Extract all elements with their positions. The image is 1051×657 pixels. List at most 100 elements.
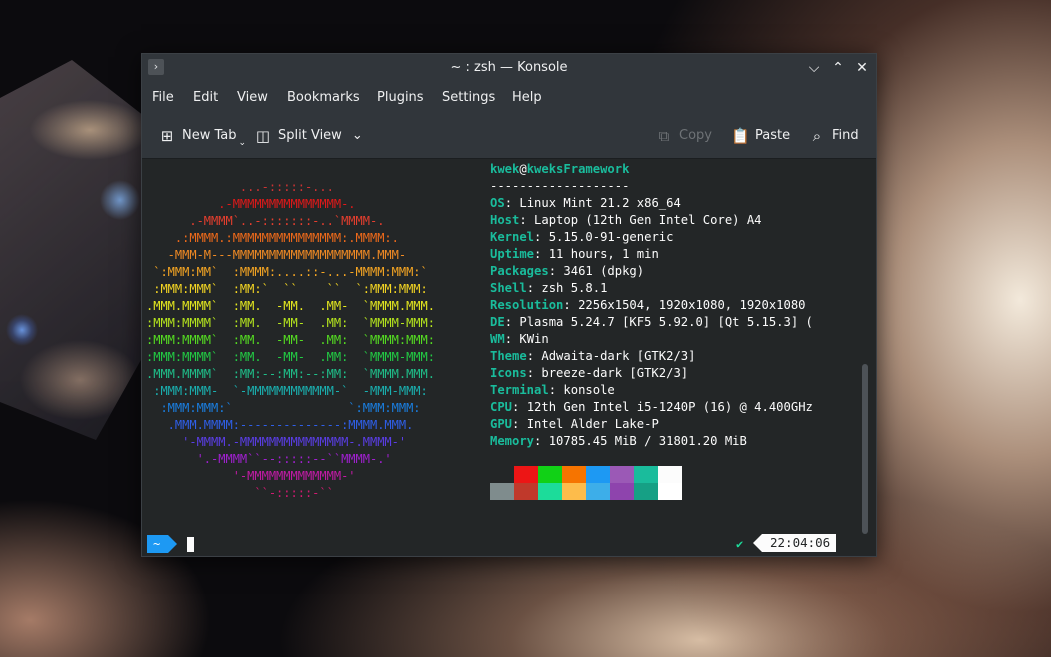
window-title: ~ : zsh — Konsole [450,60,568,75]
info-row: Shell: zsh 5.8.1 [490,281,608,295]
info-row: DE: Plasma 5.24.7 [KF5 5.92.0] [Qt 5.15.… [490,315,813,329]
info-key: Icons [490,366,527,380]
username: kwek [490,162,520,176]
info-value: 10785.45 MiB / 31801.20 MiB [548,434,747,448]
color-palette [490,466,682,500]
info-key: Uptime [490,247,535,261]
color-swatch [658,466,682,483]
info-value: zsh 5.8.1 [541,281,608,295]
info-value: 5.15.0-91-generic [548,230,674,244]
logo-line: .-MMMMMMMMMMMMMMM-. [146,197,356,211]
split-view-icon: ◫ [255,127,271,145]
info-key: Resolution [490,298,564,312]
color-swatch [610,483,634,500]
logo-line: '.-MMMM``--:::::--``MMMM-.' [146,452,392,466]
info-value: 3461 (dpkg) [563,264,645,278]
info-key: Terminal [490,383,549,397]
copy-button[interactable]: ⧉ Copy [655,126,712,146]
title-bar[interactable]: › ~ : zsh — Konsole ⌵ ⌃ ✕ [142,54,876,82]
text-cursor [187,537,194,552]
logo-line: '-MMMMMMMMMMMMM-' [146,469,356,483]
logo-line: -MMM-M---MMMMMMMMMMMMMMMMMMM.MMM- [146,248,407,262]
logo-line: :MMM:MMMM` :MM. -MM- .MM: `MMMM:MMM: [146,333,435,347]
search-icon: ⌕ [812,127,822,145]
maximize-icon[interactable]: ⌃ [828,58,848,78]
split-view-button[interactable]: ◫ Split View ⌄ [254,126,363,146]
menu-bar: File Edit View Bookmarks Plugins Setting… [142,82,876,114]
background-spacecraft [0,60,160,440]
scrollbar[interactable] [862,364,868,534]
info-row: OS: Linux Mint 21.2 x86_64 [490,196,681,210]
color-swatch [514,466,538,483]
copy-label: Copy [679,128,712,143]
menu-bookmarks[interactable]: Bookmarks [287,90,360,105]
logo-line: .MMM.MMMM` :MM:--:MM:--:MM: `MMMM.MMM. [146,367,435,381]
info-key: DE [490,315,505,329]
color-swatch [610,466,634,483]
info-value: Plasma 5.24.7 [KF5 5.92.0] [Qt 5.15.3] ( [519,315,813,329]
status-check-icon: ✔ [736,537,744,551]
logo-line: .-MMMM`..-:::::::-..`MMMM-. [146,214,385,228]
info-row: CPU: 12th Gen Intel i5-1240P (16) @ 4.40… [490,400,813,414]
logo-line: :MMM:MMMM` :MM. -MM- .MM: `MMMM-MMM: [146,350,435,364]
menu-help[interactable]: Help [512,90,542,105]
find-label: Find [832,128,859,143]
menu-settings[interactable]: Settings [442,90,495,105]
color-swatch [514,483,538,500]
new-tab-label: New Tab [182,128,237,143]
hostname: kweksFramework [526,162,630,176]
info-value: 11 hours, 1 min [548,247,659,261]
new-tab-button[interactable]: ⊞ New Tab ⌄ [158,126,247,148]
find-button[interactable]: ⌕ Find [808,126,859,146]
paste-button[interactable]: 📋 Paste [731,126,790,146]
info-row: Terminal: konsole [490,383,615,397]
color-swatch [634,466,658,483]
konsole-window[interactable]: › ~ : zsh — Konsole ⌵ ⌃ ✕ File Edit View… [141,53,877,557]
color-swatch [538,466,562,483]
logo-line: .MMM.MMMM:--------------:MMMM.MMM. [146,418,414,432]
info-value: konsole [563,383,615,397]
info-value: KWin [519,332,549,346]
new-tab-icon: ⊞ [160,127,174,145]
info-value: Intel Alder Lake-P [526,417,659,431]
info-value: Linux Mint 21.2 x86_64 [519,196,681,210]
info-value: Adwaita-dark [GTK2/3] [541,349,696,363]
menu-file[interactable]: File [152,90,174,105]
info-key: OS [490,196,505,210]
logo-line: :MMM:MMM:` `:MMM:MMM: [146,401,421,415]
menu-plugins[interactable]: Plugins [377,90,424,105]
dropdown-arrow-icon[interactable]: ⌄ [239,138,247,148]
minimize-icon[interactable]: ⌵ [804,58,824,78]
menu-view[interactable]: View [237,90,268,105]
info-row: WM: KWin [490,332,549,346]
paste-label: Paste [755,128,791,143]
copy-icon: ⧉ [658,127,670,145]
menu-edit[interactable]: Edit [193,90,218,105]
color-swatch [586,483,610,500]
logo-line: :MMM:MMMM` :MM. -MM- .MM: `MMMM-MMM: [146,316,435,330]
info-value: breeze-dark [GTK2/3] [541,366,689,380]
logo-line: .MMM.MMMM` :MM. -MM. .MM- `MMMM.MMM. [146,299,435,313]
info-value: 2256x1504, 1920x1080, 1920x1080 [578,298,806,312]
info-row: GPU: Intel Alder Lake-P [490,417,659,431]
color-swatch [634,483,658,500]
terminal-area[interactable]: ...-:::::-... .-MMMMMMMMMMMMMMM-. .-MMMM… [142,159,876,555]
split-view-label: Split View [278,128,342,143]
color-swatch [538,483,562,500]
info-key: Shell [490,281,527,295]
color-swatch [586,466,610,483]
info-row: Theme: Adwaita-dark [GTK2/3] [490,349,696,363]
info-row: Uptime: 11 hours, 1 min [490,247,659,261]
logo-line: ...-:::::-... [146,180,334,194]
logo-line: '-MMMM.-MMMMMMMMMMMMMMM-.MMMM-' [146,435,407,449]
info-key: Packages [490,264,549,278]
paste-icon: 📋 [731,127,750,145]
logo-line: `:MMM:MM` :MMMM:....::-...-MMMM:MMM:` [146,265,428,279]
close-icon[interactable]: ✕ [852,58,872,78]
chevron-down-icon[interactable]: ⌄ [352,128,363,143]
logo-line: :MMM:MMM- `-MMMMMMMMMMMM-` -MMM-MMM: [146,384,428,398]
info-row: Memory: 10785.45 MiB / 31801.20 MiB [490,434,747,448]
info-row: Icons: breeze-dark [GTK2/3] [490,366,689,380]
info-key: WM [490,332,505,346]
color-swatch [490,483,514,500]
